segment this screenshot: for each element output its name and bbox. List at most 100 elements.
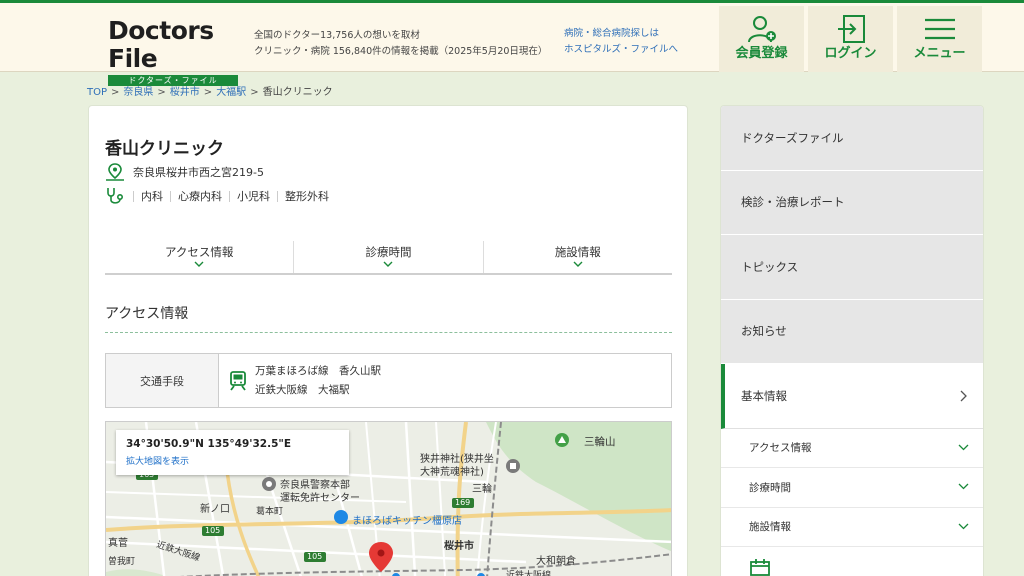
breadcrumb-prefecture[interactable]: 奈良県 bbox=[123, 87, 153, 98]
site-header: Doctors File ドクターズ・ファイル 全国のドクター13,756人の想… bbox=[0, 0, 1024, 86]
user-plus-icon bbox=[747, 16, 776, 43]
sidebar-item-label: トピックス bbox=[741, 259, 799, 274]
sidebar-sub-label: 施設情報 bbox=[749, 521, 791, 534]
map-info-popup: 34°30'50.9"N 135°49'32.5"E 拡大地図を表示 bbox=[116, 430, 349, 475]
breadcrumb-top[interactable]: TOP bbox=[87, 87, 107, 98]
sidebar-item-topics[interactable]: トピックス bbox=[721, 235, 983, 300]
transport-label: 交通手段 bbox=[106, 354, 219, 407]
sidebar-sub-hours[interactable]: 診療時間 bbox=[721, 468, 983, 508]
sidebar-item-checkup-report[interactable]: 検診・治療レポート bbox=[721, 170, 983, 235]
site-logo[interactable]: Doctors File ドクターズ・ファイル bbox=[108, 17, 240, 86]
route-shield-105b: 105 bbox=[307, 552, 323, 561]
sidebar-sub-access[interactable]: アクセス情報 bbox=[721, 428, 983, 468]
chevron-right-icon bbox=[960, 390, 967, 402]
department-tag: 整形外科 bbox=[277, 190, 336, 202]
department-tag: 小児科 bbox=[229, 190, 277, 202]
chevron-down-icon bbox=[958, 523, 969, 529]
sidebar-item-basic-info[interactable]: 基本情報 bbox=[721, 364, 983, 429]
route-shield-169: 169 bbox=[455, 498, 471, 507]
google-map[interactable]: 三輪山 狭井神社(狭井坐 大神荒魂神社) 三輪 奈良県警察本部 運転免許センター… bbox=[105, 421, 672, 576]
chevron-down-icon bbox=[958, 483, 969, 490]
tab-hours[interactable]: 診療時間 bbox=[294, 241, 484, 273]
breadcrumb: TOP > 奈良県 > 桜井市 > 大福駅 > 香山クリニック bbox=[87, 83, 333, 98]
map-label-sakurai: 桜井市 bbox=[444, 541, 474, 552]
site-tagline: 全国のドクター13,756人の想いを取材 クリニック・病院 156,840件の情… bbox=[254, 28, 547, 60]
breadcrumb-separator: > bbox=[203, 87, 213, 98]
enlarge-map-link[interactable]: 拡大地図を表示 bbox=[126, 454, 339, 467]
map-label-soga: 曽我町 bbox=[108, 557, 136, 567]
chevron-down-icon bbox=[958, 444, 969, 450]
chevron-down-icon bbox=[194, 261, 204, 267]
sidebar-item-news[interactable]: お知らせ bbox=[721, 299, 983, 364]
chevron-down-icon bbox=[573, 261, 583, 267]
map-label-kitchen: まほろばキッチン橿原店 bbox=[352, 516, 462, 527]
transport-line: 近鉄大阪線 大福駅 bbox=[255, 383, 350, 396]
transport-body: 万葉まほろば線 香久山駅 近鉄大阪線 大福駅 bbox=[219, 354, 381, 407]
register-button[interactable]: 会員登録 bbox=[719, 6, 804, 72]
register-label: 会員登録 bbox=[735, 46, 788, 61]
map-label-shinnokuchi: 新ノ口 bbox=[200, 504, 230, 515]
sidebar-item-label: ドクターズファイル bbox=[741, 130, 844, 145]
breadcrumb-city[interactable]: 桜井市 bbox=[170, 87, 200, 98]
transport-line: 万葉まほろば線 香久山駅 bbox=[255, 364, 381, 377]
hospitals-link-line-1: 病院・総合病院探しは bbox=[564, 28, 660, 39]
breadcrumb-station[interactable]: 大福駅 bbox=[216, 87, 246, 98]
access-section-title: アクセス情報 bbox=[105, 306, 189, 322]
route-shield-105: 105 bbox=[205, 526, 221, 535]
address-row: 奈良県桜井市西之宮219-5 bbox=[105, 163, 264, 181]
map-label-shrine-2: 大神荒魂神社) bbox=[420, 467, 484, 478]
sidebar-extra-item[interactable] bbox=[721, 547, 983, 576]
menu-button[interactable]: メニュー bbox=[897, 6, 982, 72]
map-label-miwa: 三輪 bbox=[472, 484, 492, 495]
breadcrumb-current: 香山クリニック bbox=[262, 87, 333, 98]
hospitals-file-link[interactable]: 病院・総合病院探しは ホスピタルズ・ファイルへ bbox=[564, 26, 678, 58]
sidebar-nav: ドクターズファイル 検診・治療レポート トピックス お知らせ 基本情報 アクセス… bbox=[720, 105, 984, 576]
sidebar-item-doctors-file[interactable]: ドクターズファイル bbox=[721, 106, 983, 171]
map-coordinates: 34°30'50.9"N 135°49'32.5"E bbox=[126, 438, 292, 450]
clinic-card: 香山クリニック 奈良県桜井市西之宮219-5 内科 心療内科 小児科 整形外科 … bbox=[88, 105, 688, 576]
login-label: ログイン bbox=[824, 46, 877, 61]
map-label-kintetsu-2: 近鉄大阪線 bbox=[506, 571, 552, 576]
sidebar-item-label: 基本情報 bbox=[741, 388, 787, 403]
tab-access[interactable]: アクセス情報 bbox=[105, 241, 295, 273]
breadcrumb-separator: > bbox=[250, 87, 259, 98]
sidebar-sub-label: 診療時間 bbox=[749, 481, 791, 494]
section-divider bbox=[105, 332, 672, 333]
train-icon bbox=[230, 370, 246, 391]
map-label-yamato-asakura: 大和朝倉 bbox=[536, 556, 576, 567]
hamburger-menu-icon bbox=[924, 18, 955, 40]
hospitals-link-line-2: ホスピタルズ・ファイルへ bbox=[564, 44, 679, 55]
sidebar-item-label: お知らせ bbox=[741, 324, 787, 339]
map-label-kuzumoto: 葛本町 bbox=[256, 507, 284, 517]
tab-hours-label: 診療時間 bbox=[365, 245, 412, 259]
department-tag: 心療内科 bbox=[170, 190, 229, 202]
tab-facility-label: 施設情報 bbox=[554, 245, 601, 259]
section-tabs: アクセス情報 診療時間 施設情報 bbox=[105, 241, 672, 275]
tab-access-label: アクセス情報 bbox=[164, 245, 234, 259]
login-icon bbox=[837, 15, 865, 43]
chevron-down-icon bbox=[383, 261, 393, 267]
map-label-miwayama: 三輪山 bbox=[584, 436, 616, 448]
calendar-icon bbox=[750, 559, 770, 576]
login-button[interactable]: ログイン bbox=[808, 6, 893, 72]
breadcrumb-separator: > bbox=[111, 87, 120, 98]
logo-text: Doctors File bbox=[108, 16, 214, 73]
map-label-masuga: 真菅 bbox=[108, 538, 128, 549]
clinic-address: 奈良県桜井市西之宮219-5 bbox=[133, 166, 264, 179]
map-label-police-2: 運転免許センター bbox=[280, 493, 360, 504]
transport-table: 交通手段 万葉まほろば線 香久山駅 近鉄大阪線 大福駅 bbox=[105, 353, 672, 408]
sidebar-sub-facility[interactable]: 施設情報 bbox=[721, 507, 983, 547]
map-pin-icon bbox=[106, 163, 124, 181]
stethoscope-icon bbox=[107, 188, 124, 204]
tab-facility[interactable]: 施設情報 bbox=[484, 241, 672, 273]
department-tag: 内科 bbox=[133, 190, 170, 202]
tagline-line-2: クリニック・病院 156,840件の情報を掲載（2025年5月20日現在） bbox=[254, 46, 548, 57]
department-row: 内科 心療内科 小児科 整形外科 bbox=[105, 186, 336, 206]
sidebar-sub-label: アクセス情報 bbox=[749, 442, 812, 455]
sidebar-item-label: 検診・治療レポート bbox=[741, 195, 845, 210]
clinic-name: 香山クリニック bbox=[105, 139, 224, 159]
breadcrumb-separator: > bbox=[157, 87, 166, 98]
tagline-line-1: 全国のドクター13,756人の想いを取材 bbox=[254, 30, 420, 41]
menu-label: メニュー bbox=[913, 46, 966, 61]
transport-lines: 万葉まほろば線 香久山駅 近鉄大阪線 大福駅 bbox=[255, 362, 381, 400]
